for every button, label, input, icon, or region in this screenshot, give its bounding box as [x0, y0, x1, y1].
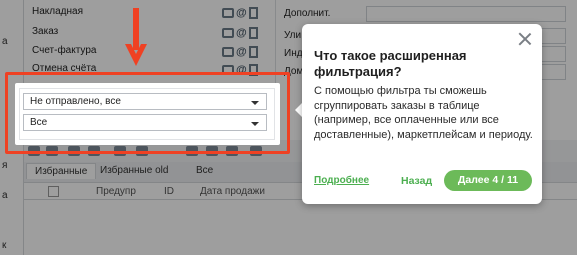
status-filter-select[interactable]: Не отправлено, все [23, 93, 267, 110]
tooltip-title: Что такое расширенная фильтрация? [314, 48, 467, 79]
chevron-down-icon [251, 101, 259, 105]
tooltip-body: С помощью фильтра ты сможешь сгруппирова… [314, 85, 533, 141]
status-filter-value: Не отправлено, все [30, 96, 121, 107]
scope-filter-select[interactable]: Все [23, 114, 267, 131]
chevron-down-icon [251, 122, 259, 126]
onboarding-tooltip: Что такое расширенная фильтрация? С помо… [302, 24, 542, 204]
pointer-arrow-icon [125, 8, 147, 66]
back-button[interactable]: Назад [401, 175, 432, 187]
more-link[interactable]: Подробнее [314, 175, 369, 186]
close-icon[interactable] [518, 32, 532, 46]
filter-panel: Не отправлено, все Все [15, 83, 280, 145]
next-button[interactable]: Далее 4 / 11 [444, 170, 532, 191]
scope-filter-value: Все [30, 117, 48, 128]
